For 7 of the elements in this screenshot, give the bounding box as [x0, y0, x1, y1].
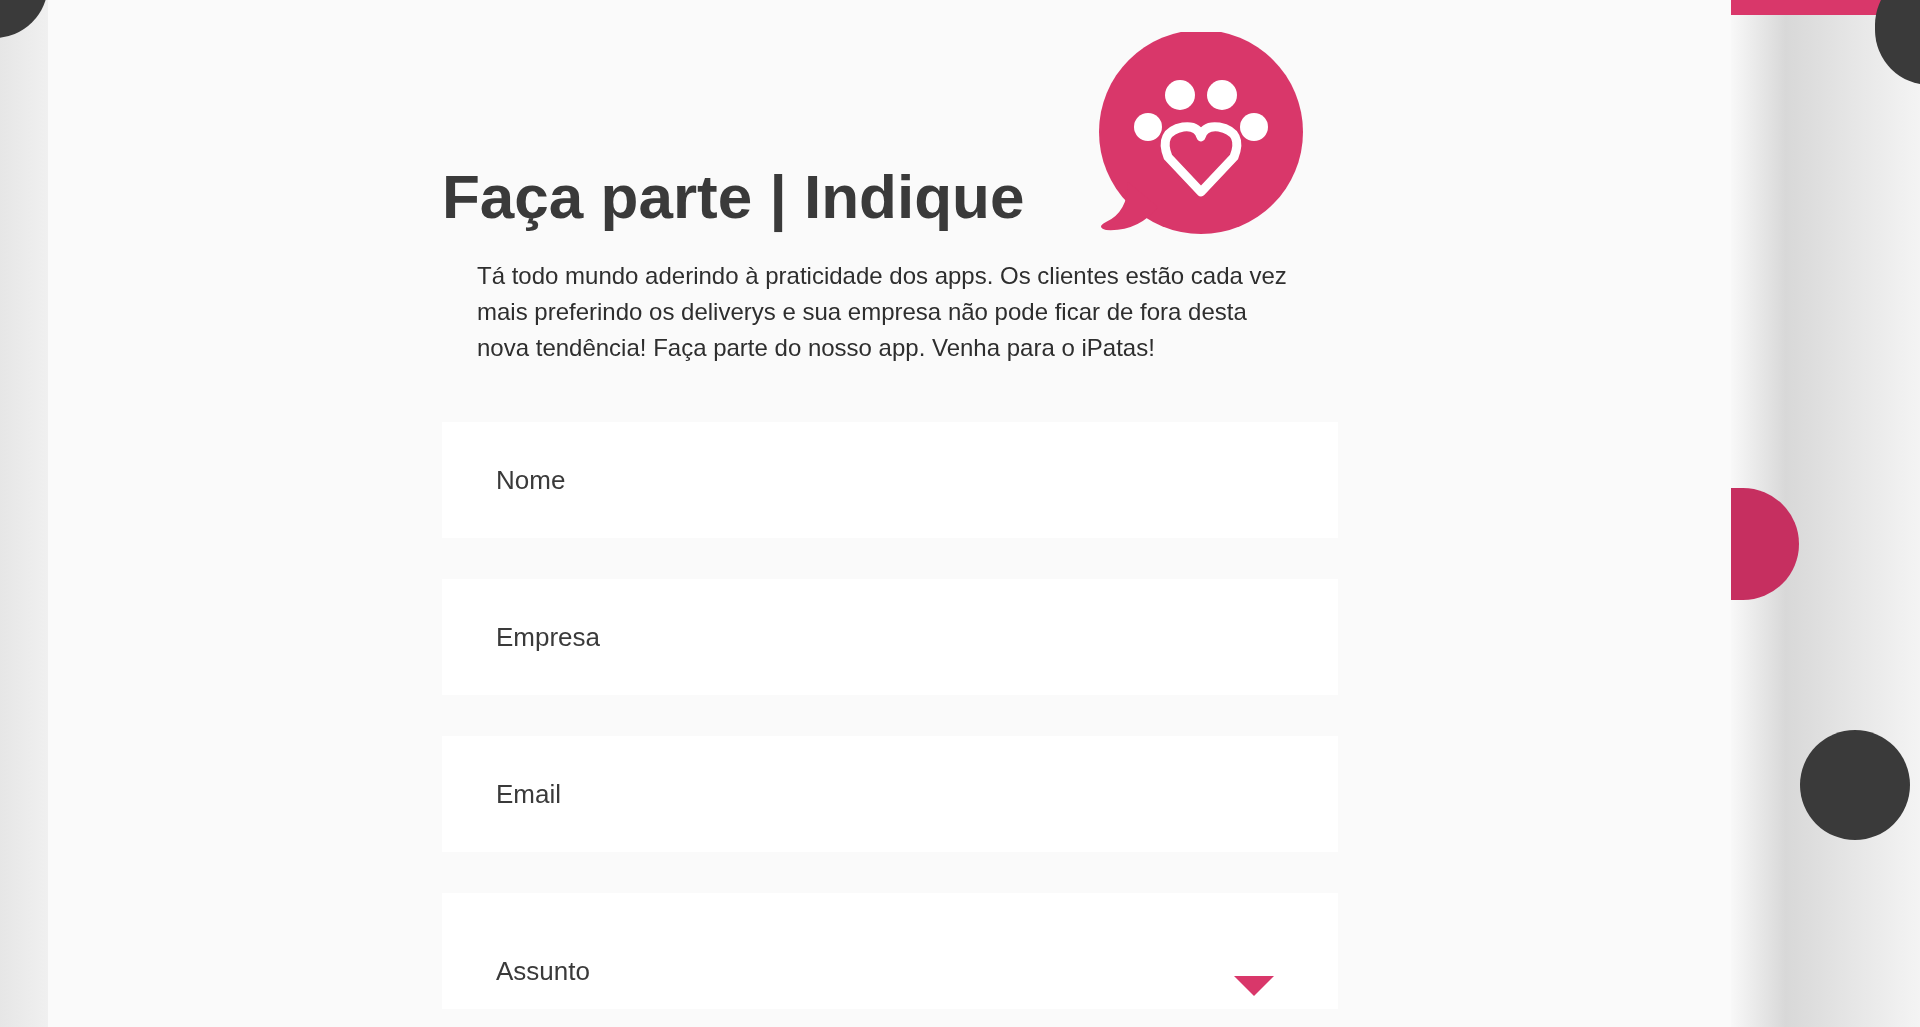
intro-paragraph: Tá todo mundo aderindo à praticidade dos apps. Os clientes estão cada vez mais preferindo os deliverys e sua empresa não pode ficar de fora desta nova tendência! Faça parte do nosso app. Venha para o iPatas!: [477, 261, 1288, 363]
paw-logo-icon: [1098, 32, 1305, 234]
text-field[interactable]: Nome: [442, 422, 1338, 538]
caret-icon: [1234, 976, 1274, 996]
subject-dropdown[interactable]: Assunto: [442, 893, 1338, 1009]
text-field[interactable]: Email: [442, 736, 1338, 852]
text-field[interactable]: Empresa: [442, 579, 1338, 695]
